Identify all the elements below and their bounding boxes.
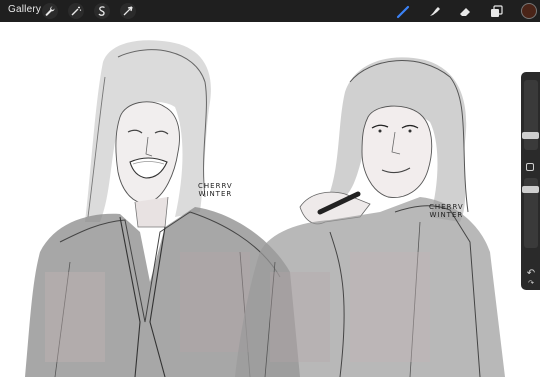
- artwork-illustration: [25, 40, 505, 377]
- modify-button[interactable]: [526, 163, 534, 171]
- layers-icon[interactable]: [488, 3, 504, 19]
- brush-size-thumb[interactable]: [522, 132, 539, 139]
- transform-arrow-icon[interactable]: [120, 3, 136, 19]
- brush-icon[interactable]: [395, 3, 411, 19]
- smudge-icon[interactable]: [426, 3, 442, 19]
- color-picker-swatch[interactable]: [521, 3, 537, 19]
- gallery-button[interactable]: Gallery: [8, 4, 41, 15]
- opacity-thumb[interactable]: [522, 186, 539, 193]
- top-toolbar: Gallery: [0, 0, 540, 22]
- magic-wand-icon[interactable]: [68, 3, 84, 19]
- artist-signature-left: CHERRV WINTER: [198, 182, 233, 198]
- wrench-icon[interactable]: [42, 3, 58, 19]
- selection-icon[interactable]: [94, 3, 110, 19]
- brush-size-slider[interactable]: [522, 80, 539, 150]
- tool-sidebar: ↶ ↷: [521, 72, 540, 290]
- drawing-canvas[interactable]: CHERRV WINTER CHERRV WINTER: [0, 22, 540, 377]
- redo-button[interactable]: ↷: [524, 278, 538, 290]
- eraser-icon[interactable]: [457, 3, 473, 19]
- opacity-slider[interactable]: [522, 178, 539, 248]
- artist-signature-right: CHERRV WINTER: [429, 203, 464, 219]
